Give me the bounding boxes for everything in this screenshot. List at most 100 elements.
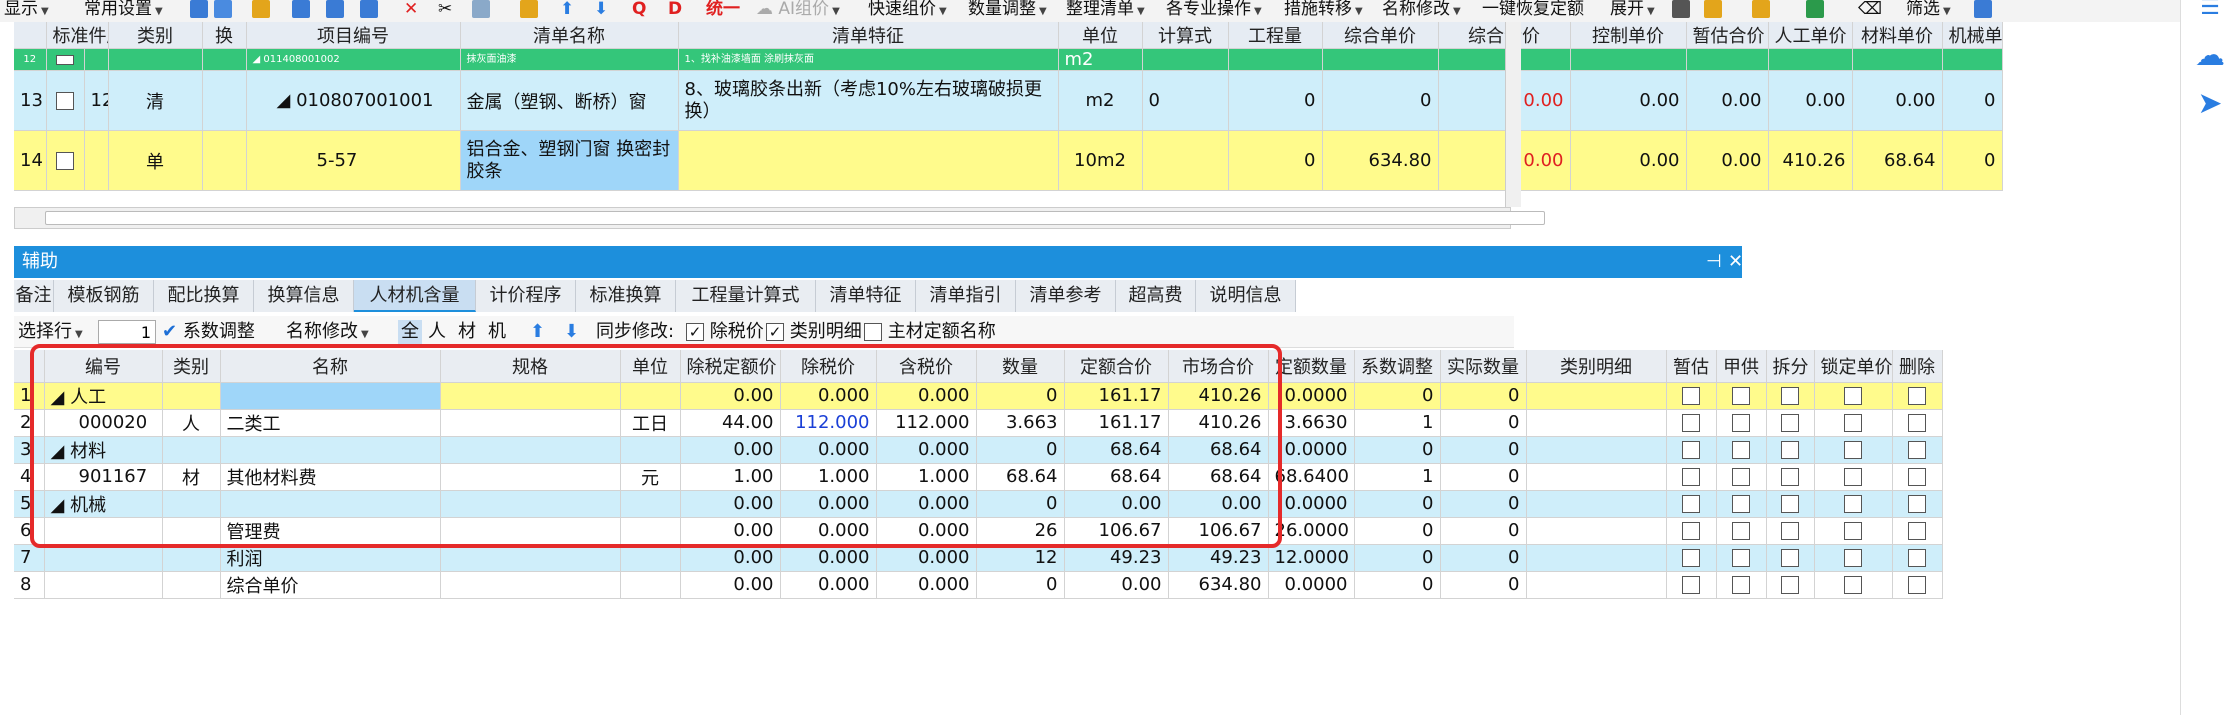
name-modify-button[interactable]: 名称修改 ▼ [1382,0,1461,22]
cell-market-total[interactable]: 634.80 [1168,571,1269,599]
col-header-spec[interactable]: 规格 [440,350,621,383]
est-checkbox[interactable] [1666,382,1717,410]
cell-name[interactable]: 综合单价 [220,571,441,599]
col-header-actual[interactable]: 实际数量 [1440,350,1527,383]
cell-base-price[interactable]: 0.00 [680,517,781,545]
split-checkbox[interactable] [1766,409,1815,437]
row-checkbox[interactable] [46,130,85,191]
filter-labor[interactable]: 人 [428,320,446,344]
tab-mix[interactable]: 配比换算 [154,280,254,312]
cell-actual[interactable]: 0 [1440,544,1527,572]
col-header-labor[interactable]: 人工单价 [1768,22,1853,49]
move-up-icon[interactable]: ⬆ [530,320,545,344]
cell-quota-qty[interactable]: 0.0000 [1268,382,1355,410]
cell-detail[interactable] [1526,490,1667,518]
checkbox[interactable] [1732,468,1750,486]
checkbox[interactable] [1781,522,1799,540]
cell-spec[interactable] [440,571,621,599]
cell-market-total[interactable]: 106.67 [1168,517,1269,545]
cell-taxed-price[interactable]: 0.000 [876,436,977,464]
cell-taxed-price[interactable]: 0.000 [876,490,977,518]
col-header-unit-price[interactable]: 综合单价 [1322,22,1439,49]
cell-type[interactable] [162,436,221,464]
lock-price-checkbox[interactable] [1814,382,1893,410]
cell-type[interactable] [162,571,221,599]
top-vertical-scrollbar[interactable] [1505,22,1521,207]
lock-2-icon[interactable] [1704,0,1722,22]
cell-spec[interactable] [440,382,621,410]
tab-description[interactable]: 说明信息 [1196,280,1296,312]
cell-code[interactable] [44,544,163,572]
table-row[interactable]: 5 ◢ 机械 0.00 0.000 0.000 0 0.00 0.00 0.0000 0 0 [14,490,1943,518]
cell-name[interactable]: 利润 [220,544,441,572]
cell-type[interactable]: 人 [162,409,221,437]
checkbox[interactable] [1781,549,1799,567]
checkbox[interactable] [1682,549,1700,567]
split-checkbox[interactable] [1766,382,1815,410]
cell-unit[interactable]: 元 [620,463,681,491]
cell-qty[interactable]: 0 [1228,130,1323,191]
col-header-type[interactable]: 类别 [162,350,221,383]
checkbox[interactable] [1781,441,1799,459]
col-header-market-total[interactable]: 市场合价 [1168,350,1269,383]
tab-qty-formula[interactable]: 工程量计算式 [676,280,816,312]
cell-quota-total[interactable]: 161.17 [1064,409,1169,437]
cell-name[interactable]: 金属（塑钢、断桥）窗 [460,70,679,131]
col-header-qty[interactable]: 数量 [976,350,1065,383]
cut-icon[interactable]: ✂ [438,0,452,22]
tab-height-fee[interactable]: 超高费 [1116,280,1196,312]
col-header-split[interactable]: 拆分 [1766,350,1815,383]
checkbox[interactable] [1908,441,1926,459]
cell-code[interactable]: 5-57 [246,130,461,191]
cell-coef[interactable]: 0 [1354,436,1441,464]
ai-pricing-button[interactable]: ☁ AI组价 ▼ [756,0,840,22]
move-down-icon[interactable]: ⬇ [564,320,579,344]
cell-formula[interactable] [1142,130,1229,191]
cell-quota-total[interactable]: 106.67 [1064,517,1169,545]
col-header-total[interactable]: 综合合价 [1438,22,1571,49]
cell-taxed-price[interactable]: 112.000 [876,409,977,437]
cell-quota-qty[interactable]: 0.0000 [1268,571,1355,599]
unify-button[interactable]: 统一 [706,0,740,22]
qty-adjust-button[interactable]: 数量调整 ▼ [968,0,1047,22]
table-row[interactable]: 6 管理费 0.00 0.000 0.000 26 106.67 106.67 26.0000 0… [14,517,1943,545]
checkbox[interactable] [1844,441,1862,459]
top-horizontal-scrollbar[interactable] [14,207,1545,229]
columns-icon[interactable] [190,0,208,22]
cell-detail[interactable] [1526,517,1667,545]
cell-spec[interactable] [440,490,621,518]
split-checkbox[interactable] [1766,490,1815,518]
owner-supply-checkbox[interactable] [1716,517,1767,545]
cell-unit[interactable] [620,517,681,545]
arrow-down-icon[interactable]: ⬇ [594,0,608,22]
col-header-tax-price[interactable]: 除税价 [780,350,877,383]
cell-name[interactable]: 抹灰面油漆 [460,48,679,71]
checkbox[interactable] [1682,468,1700,486]
cell-feature[interactable] [678,130,1059,191]
checkbox[interactable] [1682,414,1700,432]
filter-all[interactable]: 全 [398,320,422,344]
arrow-up-icon[interactable]: ⬆ [560,0,574,22]
cell-tax-price[interactable]: 0.000 [780,490,877,518]
cell-feature[interactable]: 8、玻璃胶条出新（考虑10%左右玻璃破损更换） [678,70,1059,131]
cell-qty[interactable]: 26 [976,517,1065,545]
bar-chart-icon[interactable] [1974,0,1992,22]
cell-unit[interactable] [620,571,681,599]
cell-qty[interactable]: 0 [1228,70,1323,131]
est-checkbox[interactable] [1666,436,1717,464]
est-checkbox[interactable] [1666,490,1717,518]
owner-supply-checkbox[interactable] [1716,571,1767,599]
cell-name[interactable]: 管理费 [220,517,441,545]
tab-bill-feature[interactable]: 清单特征 [816,280,916,312]
col-header-name[interactable]: 清单名称 [460,22,679,49]
tab-bill-guide[interactable]: 清单指引 [916,280,1016,312]
checkbox[interactable] [1908,387,1926,405]
cell-unit[interactable] [620,544,681,572]
cell-type[interactable] [162,490,221,518]
cell-spec[interactable] [440,409,621,437]
col-header-name[interactable]: 名称 [220,350,441,383]
cell-actual[interactable]: 0 [1440,409,1527,437]
cell-formula[interactable]: 0 [1142,70,1229,131]
cell-type[interactable] [162,382,221,410]
cell-quota-total[interactable]: 0.00 [1064,490,1169,518]
